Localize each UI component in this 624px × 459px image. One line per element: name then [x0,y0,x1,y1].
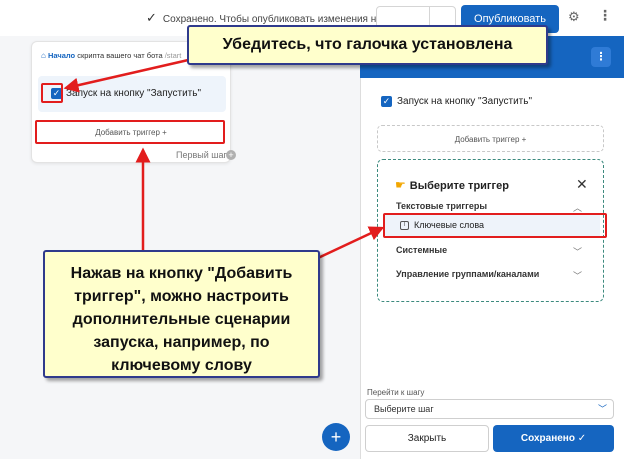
callout-line: ключевому слову [111,357,252,374]
arrow-to-keywords [317,226,385,260]
callout-line: запуска, например, по [93,334,270,351]
callout-add-trigger-hint: Нажав на кнопку "Добавить триггер", можн… [43,250,320,378]
callout-line: триггер", можно настроить [74,288,289,305]
arrow-to-checkbox [63,56,198,93]
callout-line: Нажав на кнопку "Добавить [70,265,293,282]
callout-line: дополнительные сценарии [72,311,291,328]
callout-checkbox-hint: Убедитесь, что галочка установлена [187,25,548,65]
annotation-arrows [63,56,385,260]
